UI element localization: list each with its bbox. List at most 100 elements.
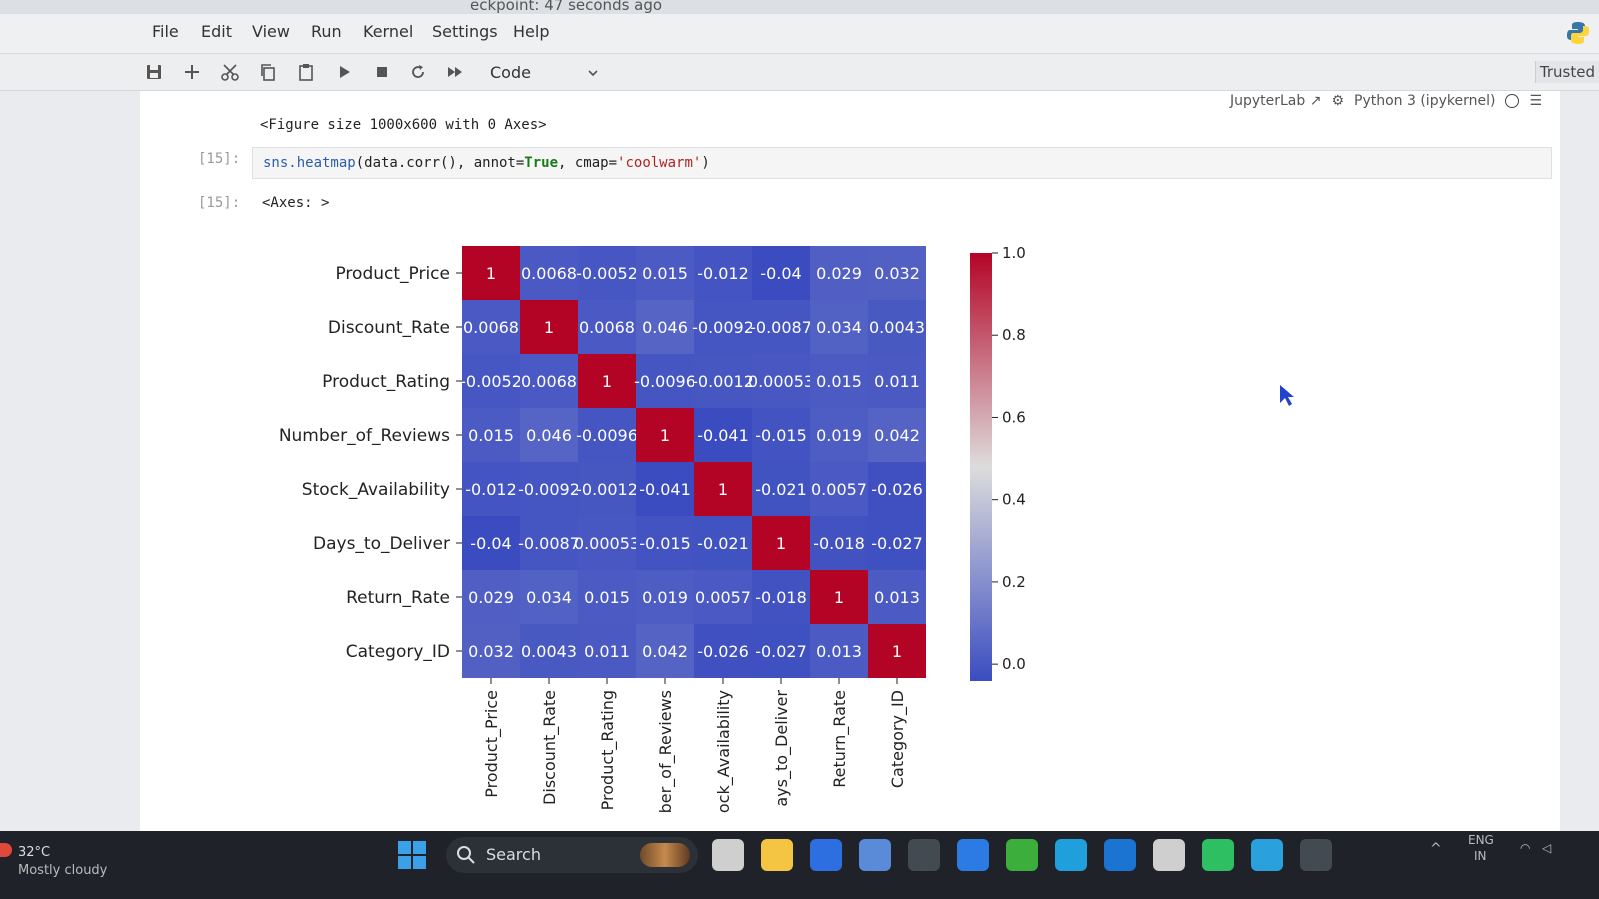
add-cell-icon[interactable]	[180, 60, 204, 84]
paste-icon[interactable]	[294, 60, 318, 84]
menu-kernel[interactable]: Kernel	[363, 22, 413, 41]
terminal-icon[interactable]	[1300, 839, 1332, 871]
volume-icon[interactable]: ◁	[1542, 841, 1551, 855]
menu-run[interactable]: Run	[311, 22, 342, 41]
x-tick-label: Return_Rate	[830, 690, 850, 788]
heatmap-annotation: -0.041	[639, 480, 691, 499]
heatmap-annotation: -0.026	[871, 480, 923, 499]
x-tick-label: ock_Availability	[714, 690, 734, 813]
x-tick-label: ays_to_Deliver	[772, 690, 792, 807]
menubar: File Edit View Run Kernel Settings Help	[0, 14, 1599, 54]
notebook-panel: JupyterLab ↗ ⚙ Python 3 (ipykernel) ☰ <F…	[140, 91, 1560, 831]
heatmap-annotation: 0.034	[816, 318, 862, 337]
weather-temperature[interactable]: 32°C	[18, 845, 50, 860]
heatmap-annotation: 1	[834, 588, 844, 607]
mouse-cursor-icon	[1280, 385, 1294, 406]
telegram-icon[interactable]	[1251, 839, 1283, 871]
run-all-icon[interactable]	[443, 60, 467, 84]
heatmap-annotation: -0.0012	[692, 372, 754, 391]
y-tick-label: Product_Rating	[322, 372, 450, 392]
heatmap-annotation: -0.04	[760, 264, 801, 283]
heatmap-annotation: 0.0057	[695, 588, 751, 607]
chevron-up-icon[interactable]: ^	[1430, 841, 1442, 857]
heatmap-annotation: 0.042	[874, 426, 920, 445]
taskbar-search[interactable]: Search	[446, 837, 698, 873]
heatmap-annotation: 0.015	[468, 426, 514, 445]
heatmap-annotation: 0.013	[816, 642, 862, 661]
heatmap-annotation: 0.046	[526, 426, 572, 445]
menu-file[interactable]: File	[152, 22, 179, 41]
heatmap-annotation: 0.0057	[811, 480, 867, 499]
colorbar-tick-label: 0.2	[1002, 573, 1026, 591]
cut-icon[interactable]	[218, 60, 242, 84]
colorbar	[970, 253, 992, 681]
window-title: eckpoint: 47 seconds ago	[470, 0, 663, 14]
language-label[interactable]: ENG	[1468, 833, 1494, 847]
python-logo-icon	[1567, 22, 1589, 44]
heatmap-annotation: -0.015	[639, 534, 691, 553]
heatmap-annotation: 0.029	[468, 588, 514, 607]
taskbar: 32°C Mostly cloudy Search ^ ENG IN ◠ ◁	[0, 831, 1599, 899]
cell-type-dropdown[interactable]: Code	[490, 63, 600, 85]
cell-type-value: Code	[490, 63, 531, 82]
x-tick-label: Category_ID	[888, 690, 908, 788]
heatmap-annotation: -0.0096	[634, 372, 696, 391]
heatmap-annotation: 0.00053	[574, 534, 640, 553]
run-icon[interactable]	[332, 60, 356, 84]
file-explorer-icon[interactable]	[761, 839, 793, 871]
heatmap-annotation: 1	[892, 642, 902, 661]
heatmap-annotation: -0.026	[697, 642, 749, 661]
heatmap-annotation: 1	[544, 318, 554, 337]
store-icon[interactable]	[859, 839, 891, 871]
mail-app-icon[interactable]	[810, 839, 842, 871]
heatmap-annotation: 1	[776, 534, 786, 553]
colorbar-tick-label: 0.6	[1002, 408, 1026, 426]
menu-edit[interactable]: Edit	[201, 22, 232, 41]
heatmap-annotation: -0.018	[813, 534, 865, 553]
windows-start-icon[interactable]	[398, 841, 426, 869]
heatmap-annotation: 0.042	[642, 642, 688, 661]
region-label[interactable]: IN	[1474, 849, 1487, 863]
heatmap-annotation: -0.021	[755, 480, 807, 499]
chatgpt-icon[interactable]	[1153, 839, 1185, 871]
heatmap-annotation: -0.0087	[518, 534, 580, 553]
wifi-icon[interactable]: ◠	[1520, 841, 1530, 855]
menu-view[interactable]: View	[252, 22, 290, 41]
heatmap-annotation: -0.0052	[576, 264, 638, 283]
y-tick-label: Product_Price	[335, 264, 450, 284]
search-icon	[457, 846, 475, 864]
heatmap-annotation: 0.0043	[521, 642, 577, 661]
heatmap-annotation: 0.011	[874, 372, 920, 391]
y-tick-label: Stock_Availability	[302, 480, 450, 500]
task-view-icon[interactable]	[712, 839, 744, 871]
copy-icon[interactable]	[256, 60, 280, 84]
menu-settings[interactable]: Settings	[432, 22, 498, 41]
weather-description[interactable]: Mostly cloudy	[18, 863, 107, 878]
window-title-strip: eckpoint: 47 seconds ago	[0, 0, 1599, 14]
github-icon[interactable]	[908, 839, 940, 871]
y-tick-label: Discount_Rate	[328, 318, 450, 338]
edge-icon[interactable]	[1055, 839, 1087, 871]
notebook-toolbar: Code Trusted	[0, 55, 1599, 91]
heatmap-annotation: 0.032	[874, 264, 920, 283]
heatmap-annotation: -0.0092	[518, 480, 580, 499]
restart-icon[interactable]	[406, 60, 430, 84]
menu-help[interactable]: Help	[513, 22, 549, 41]
save-icon[interactable]	[142, 60, 166, 84]
heatmap-annotation: -0.04	[470, 534, 511, 553]
stop-icon[interactable]	[370, 60, 394, 84]
heatmap-annotation: 0.0068	[579, 318, 635, 337]
heatmap-annotation: -0.027	[871, 534, 923, 553]
whatsapp-icon[interactable]	[1202, 839, 1234, 871]
vscode-icon[interactable]	[957, 839, 989, 871]
heatmap-annotation: -0.012	[697, 264, 749, 283]
heatmap-annotation: 0.015	[816, 372, 862, 391]
colorbar-tick-label: 0.0	[1002, 655, 1026, 673]
heatmap-annotation: -0.015	[755, 426, 807, 445]
heatmap-annotation: -0.018	[755, 588, 807, 607]
x-tick-label: Discount_Rate	[540, 690, 560, 805]
weather-icon	[0, 843, 12, 857]
xbox-icon[interactable]	[1006, 839, 1038, 871]
outlook-icon[interactable]	[1104, 839, 1136, 871]
trusted-indicator[interactable]: Trusted	[1534, 61, 1599, 83]
